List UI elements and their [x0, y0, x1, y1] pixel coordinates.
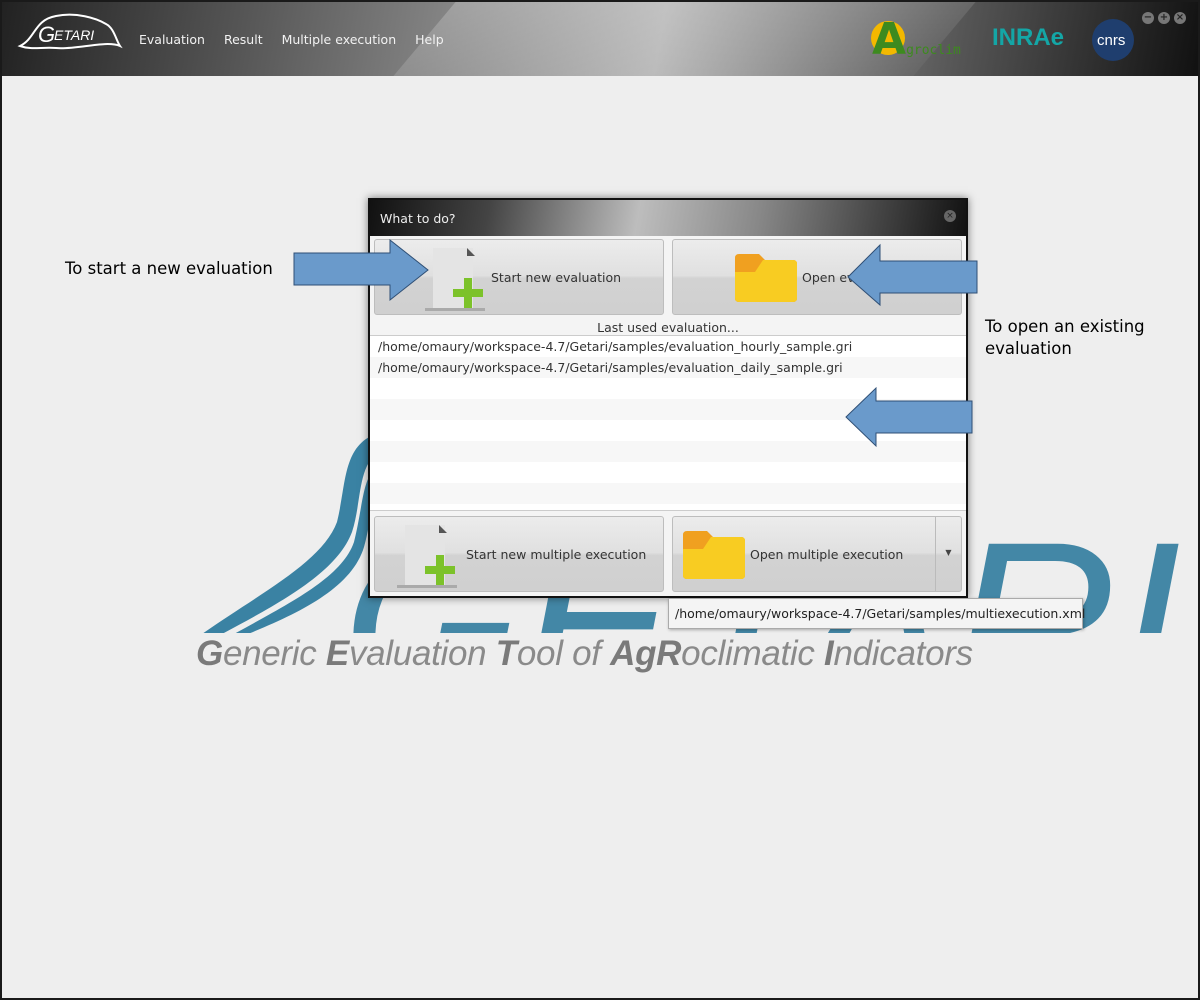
recent-item[interactable]: /home/omaury/workspace-4.7/Getari/sample…	[370, 336, 966, 357]
dialog-title-bar: What to do? ×	[370, 200, 966, 236]
dialog-title: What to do?	[380, 211, 456, 226]
menu-multiple-execution[interactable]: Multiple execution	[282, 32, 397, 47]
tagline-segment: valuation	[348, 634, 496, 673]
tagline: Generic Evaluation Tool of AgRoclimatic …	[196, 634, 973, 674]
annotation-line: To open an existing	[985, 317, 1145, 336]
folder-icon	[735, 254, 797, 302]
open-evaluation-button[interactable]: Open evaluation	[672, 239, 962, 315]
empty-row	[370, 399, 966, 420]
folder-icon	[683, 531, 745, 579]
empty-row	[370, 378, 966, 399]
start-new-multiple-execution-label: Start new multiple execution	[466, 547, 647, 562]
annotation-start-new: To start a new evaluation	[65, 259, 273, 278]
cnrs-logo: cnrs	[1092, 19, 1134, 61]
annotation-line: evaluation	[985, 339, 1072, 358]
start-new-evaluation-button[interactable]: Start new evaluation	[374, 239, 664, 315]
recent-evaluations-list: /home/omaury/workspace-4.7/Getari/sample…	[370, 335, 966, 511]
window-controls: − + ×	[1142, 12, 1186, 24]
main-menu: Evaluation Result Multiple execution Hel…	[139, 32, 444, 47]
menu-result[interactable]: Result	[224, 32, 263, 47]
app-header: G ETARI Evaluation Result Multiple execu…	[2, 2, 1198, 76]
svg-text:G: G	[38, 22, 55, 47]
open-multiple-execution-label: Open multiple execution	[750, 547, 904, 562]
tagline-segment: ool of	[516, 634, 611, 673]
open-evaluation-label: Open evaluation	[802, 270, 906, 285]
tagline-segment: ndicators	[833, 634, 973, 673]
new-document-icon	[397, 525, 457, 588]
empty-row	[370, 483, 966, 504]
tagline-segment: G	[196, 634, 223, 673]
agroclim-logo-text: Agroclim	[872, 14, 961, 65]
open-multiple-execution-button[interactable]: Open multiple execution ▼	[672, 516, 962, 592]
dropdown-arrow-icon[interactable]: ▼	[935, 517, 961, 591]
tagline-segment: T	[495, 634, 517, 673]
tagline-segment: Ag	[610, 634, 657, 673]
agroclim-logo: Agroclim	[868, 14, 968, 66]
recent-item[interactable]: /home/omaury/workspace-4.7/Getari/sample…	[370, 357, 966, 378]
empty-row	[370, 441, 966, 462]
inrae-logo: INRAe	[992, 24, 1065, 51]
menu-help[interactable]: Help	[415, 32, 444, 47]
annotation-open-existing: To open an existing evaluation	[985, 316, 1145, 360]
tagline-segment: E	[325, 634, 349, 673]
tagline-segment: oclimatic	[681, 634, 825, 673]
what-to-do-dialog: What to do? × Start new evaluation Open …	[368, 198, 968, 598]
close-icon[interactable]: ×	[1174, 12, 1186, 24]
dialog-close-icon[interactable]: ×	[944, 210, 956, 222]
recent-multiexecution-tooltip[interactable]: /home/omaury/workspace-4.7/Getari/sample…	[668, 598, 1085, 629]
new-document-icon	[425, 248, 485, 311]
empty-row	[370, 462, 966, 483]
menu-evaluation[interactable]: Evaluation	[139, 32, 205, 47]
minimize-icon[interactable]: −	[1142, 12, 1154, 24]
getari-logo: G ETARI	[17, 13, 123, 50]
start-new-evaluation-label: Start new evaluation	[491, 270, 622, 285]
tagline-segment: eneric	[222, 634, 326, 673]
empty-row	[370, 420, 966, 441]
svg-text:cnrs: cnrs	[1097, 32, 1125, 49]
last-used-label: Last used evaluation...	[597, 320, 739, 335]
svg-text:ETARI: ETARI	[54, 27, 94, 43]
tagline-segment: R	[656, 634, 682, 673]
maximize-icon[interactable]: +	[1158, 12, 1170, 24]
start-new-multiple-execution-button[interactable]: Start new multiple execution	[374, 516, 664, 592]
